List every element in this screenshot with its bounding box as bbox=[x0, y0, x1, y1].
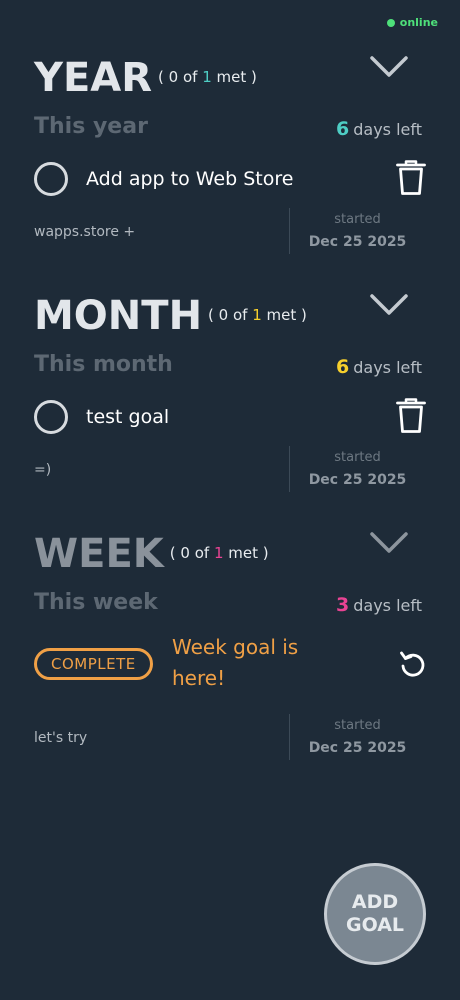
month-period-label: This month bbox=[34, 352, 173, 377]
started-date: Dec 25 2025 bbox=[308, 472, 407, 488]
chevron-down-icon[interactable] bbox=[370, 294, 408, 316]
goal-checkbox[interactable] bbox=[34, 162, 68, 196]
week-title: WEEK bbox=[34, 531, 164, 577]
started-date: Dec 25 2025 bbox=[308, 234, 407, 250]
week-period-label: This week bbox=[34, 590, 158, 615]
goal-checkbox[interactable] bbox=[34, 400, 68, 434]
goal-title[interactable]: test goal bbox=[86, 406, 169, 428]
trash-icon[interactable] bbox=[396, 160, 426, 196]
started-label: started bbox=[334, 718, 381, 733]
add-goal-button[interactable]: ADD GOAL bbox=[324, 863, 426, 965]
goal-title[interactable]: Week goal is here! bbox=[172, 632, 332, 694]
complete-badge[interactable]: COMPLETE bbox=[34, 648, 153, 680]
started-label: started bbox=[334, 450, 381, 465]
year-days-left: 6 days left bbox=[336, 118, 422, 140]
started-label: started bbox=[334, 212, 381, 227]
week-header: WEEK ( 0 of 1 met ) bbox=[34, 522, 269, 574]
trash-icon[interactable] bbox=[396, 398, 426, 434]
chevron-down-icon[interactable] bbox=[370, 532, 408, 554]
connection-status: online bbox=[386, 16, 438, 29]
month-met-count: ( 0 of 1 met ) bbox=[208, 306, 307, 324]
goal-title[interactable]: Add app to Web Store bbox=[86, 168, 293, 190]
online-dot-icon bbox=[386, 18, 395, 27]
chevron-down-icon[interactable] bbox=[370, 56, 408, 78]
goal-note: let's try bbox=[34, 730, 88, 746]
week-days-left: 3 days left bbox=[336, 594, 422, 616]
month-title: MONTH bbox=[34, 293, 203, 339]
started-date: Dec 25 2025 bbox=[308, 740, 407, 756]
status-label: online bbox=[399, 16, 438, 29]
undo-icon[interactable] bbox=[398, 649, 428, 679]
year-title: YEAR bbox=[34, 55, 153, 101]
divider bbox=[289, 208, 290, 254]
goal-note: wapps.store + bbox=[34, 224, 136, 240]
year-period-label: This year bbox=[34, 114, 148, 139]
year-goal-row[interactable]: Add app to Web Store bbox=[34, 162, 293, 196]
divider bbox=[289, 714, 290, 760]
month-goal-row[interactable]: test goal bbox=[34, 400, 169, 434]
month-header: MONTH ( 0 of 1 met ) bbox=[34, 284, 307, 336]
year-met-count: ( 0 of 1 met ) bbox=[158, 68, 257, 86]
goal-note: =) bbox=[34, 462, 52, 478]
week-met-count: ( 0 of 1 met ) bbox=[169, 544, 269, 562]
month-days-left: 6 days left bbox=[336, 356, 422, 378]
divider bbox=[289, 446, 290, 492]
year-header: YEAR ( 0 of 1 met ) bbox=[34, 46, 257, 98]
